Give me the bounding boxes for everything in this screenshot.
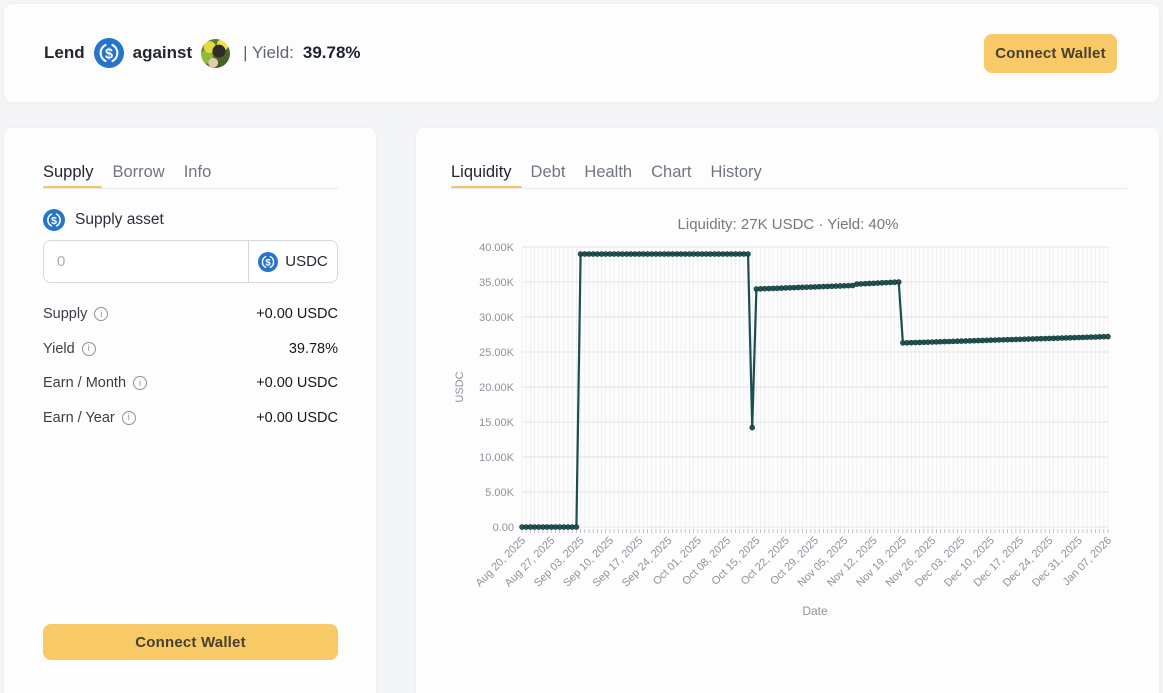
stat-label: Earn / Month	[43, 375, 126, 391]
supply-stats: Supplyi +0.00 USDC Yieldi 39.78% Earn / …	[43, 297, 338, 435]
against-label: against	[133, 43, 193, 63]
svg-text:25.00K: 25.00K	[479, 347, 515, 359]
usdc-icon: $	[258, 252, 278, 272]
asset-symbol: USDC	[285, 253, 328, 270]
stat-label: Supply	[43, 306, 87, 322]
stat-row-earn-year: Earn / Year i +0.00 USDC	[43, 401, 338, 436]
lend-label: Lend	[44, 43, 85, 63]
collateral-token-avatar	[201, 39, 230, 68]
supply-amount-box: $ USDC	[43, 240, 338, 283]
usdc-icon: $	[43, 209, 65, 231]
supply-asset-row: $ Supply asset	[43, 209, 164, 231]
header-card: Lend $ against | Yield: 39.78% Connect W…	[3, 3, 1160, 103]
liquidity-panel: Liquidity Debt Health Chart History 0.00…	[415, 127, 1160, 693]
svg-text:Date: Date	[802, 604, 828, 618]
svg-text:0.00: 0.00	[493, 522, 514, 534]
yield-value: 39.78%	[303, 43, 361, 63]
supply-asset-label: Supply asset	[75, 211, 164, 229]
svg-text:30.00K: 30.00K	[479, 312, 515, 324]
stat-row-earn-month: Earn / Month i +0.00 USDC	[43, 366, 338, 401]
supply-panel: Supply Borrow Info $ Supply asset $	[3, 127, 377, 693]
supply-amount-input[interactable]	[44, 241, 248, 282]
stat-value: +0.00 USDC	[256, 375, 338, 391]
svg-text:Liquidity: 27K USDC · Yield: 4: Liquidity: 27K USDC · Yield: 40%	[678, 216, 899, 233]
stat-value: +0.00 USDC	[256, 410, 338, 426]
svg-text:15.00K: 15.00K	[479, 417, 515, 429]
supply-panel-tabs: Supply Borrow Info	[43, 163, 211, 188]
info-icon[interactable]: i	[122, 411, 136, 425]
svg-text:$: $	[266, 257, 272, 268]
svg-text:Aug 20, 2025: Aug 20, 2025	[473, 535, 528, 590]
yield-label: | Yield:	[243, 43, 294, 63]
stat-label: Earn / Year	[43, 410, 115, 426]
svg-text:$: $	[105, 46, 113, 62]
stat-value: 39.78%	[289, 341, 338, 357]
svg-text:USDC: USDC	[454, 371, 466, 402]
info-icon[interactable]: i	[82, 342, 96, 356]
tab-borrow[interactable]: Borrow	[112, 163, 164, 188]
connect-wallet-button[interactable]: Connect Wallet	[43, 624, 338, 660]
connect-wallet-button[interactable]: Connect Wallet	[984, 34, 1117, 73]
liquidity-chart: 0.00 5.00K 10.00K 15.00K 20.00K 25.00K 30.00K 3…	[416, 128, 1161, 693]
svg-text:10.00K: 10.00K	[479, 452, 515, 464]
stat-label: Yield	[43, 341, 75, 357]
asset-selector[interactable]: $ USDC	[248, 241, 337, 282]
stat-row-supply: Supplyi +0.00 USDC	[43, 297, 338, 332]
info-icon[interactable]: i	[133, 376, 147, 390]
svg-text:20.00K: 20.00K	[479, 382, 515, 394]
stat-row-yield: Yieldi 39.78%	[43, 332, 338, 367]
tab-supply[interactable]: Supply	[43, 163, 93, 188]
svg-text:5.00K: 5.00K	[485, 487, 514, 499]
info-icon[interactable]: i	[94, 307, 108, 321]
usdc-icon: $	[94, 38, 124, 68]
svg-text:40.00K: 40.00K	[479, 242, 515, 254]
tab-divider	[43, 188, 338, 189]
market-summary: Lend $ against | Yield: 39.78%	[44, 38, 361, 68]
tab-info[interactable]: Info	[184, 163, 212, 188]
stat-value: +0.00 USDC	[256, 306, 338, 322]
svg-text:$: $	[51, 215, 57, 227]
svg-text:35.00K: 35.00K	[479, 277, 515, 289]
